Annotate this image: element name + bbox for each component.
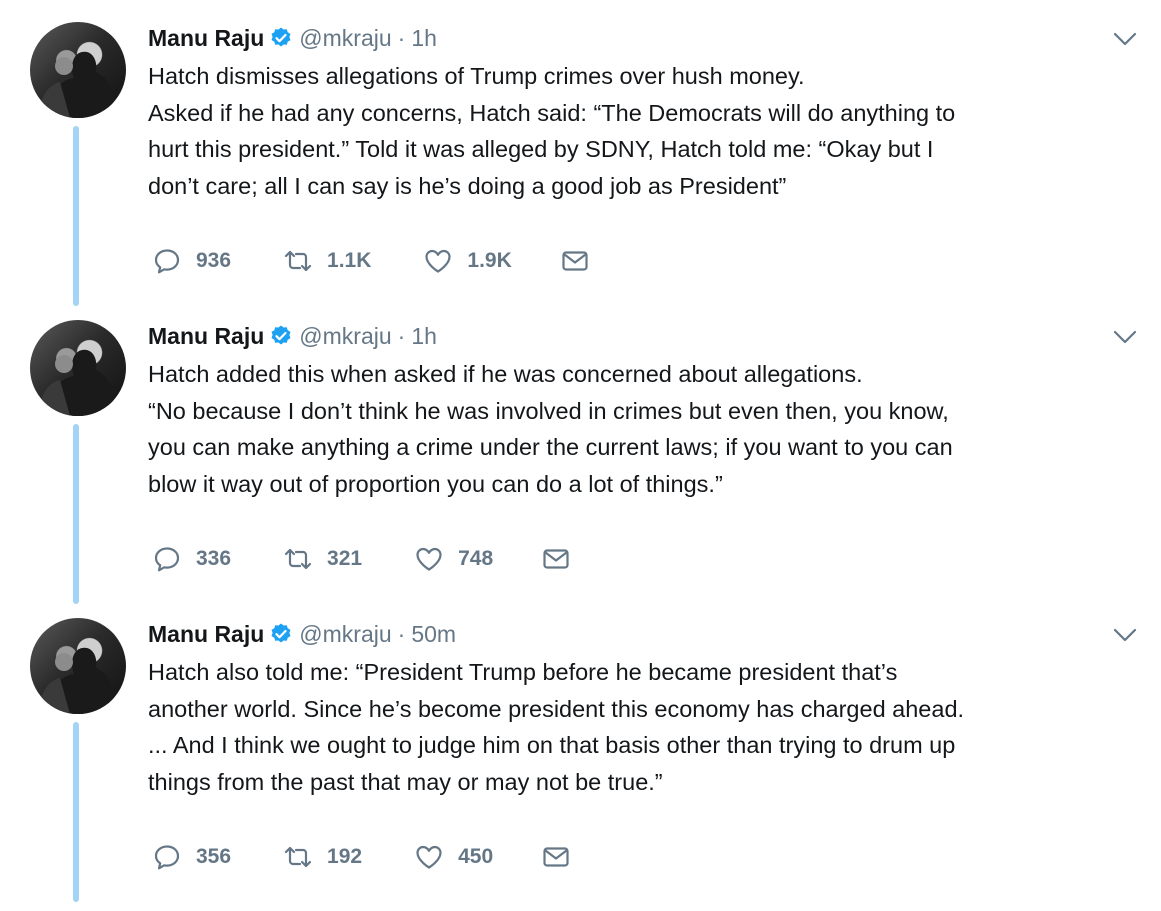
tweet-text: Hatch dismisses allegations of Trump cri… [148,58,1138,204]
like-count: 450 [458,845,494,868]
tweet-actions: 356 192 450 [152,840,623,874]
chevron-down-icon[interactable] [1112,626,1138,644]
tweet-text-line: don’t care; all I can say is he’s doing … [148,172,787,199]
author-name[interactable]: Manu Raju [148,323,264,350]
tweet[interactable]: Manu Raju @mkraju · 1h Hatch dismisses a… [0,0,1161,306]
reply-count: 336 [196,547,232,570]
timestamp[interactable]: 50m [411,621,456,648]
avatar[interactable] [30,22,126,118]
heart-icon [416,547,442,571]
heart-icon [416,845,442,869]
tweet-text-line: another world. Since he’s become preside… [148,695,965,722]
reply-icon [154,249,180,274]
separator-dot: · [397,322,406,349]
like-button[interactable]: 748 [414,544,493,574]
retweet-button[interactable]: 1.1K [283,246,371,276]
retweet-button[interactable]: 192 [283,842,362,872]
reply-icon [154,845,180,870]
like-count: 748 [458,547,494,570]
timestamp[interactable]: 1h [411,323,437,350]
timestamp[interactable]: 1h [411,25,437,52]
tweet-text-line: hurt this president.” Told it was allege… [148,136,934,162]
thread-connector-line [73,722,79,902]
verified-badge-icon [271,623,291,643]
tweet-text-line: things from the past that may or may not… [148,768,663,795]
tweet-header: Manu Raju @mkraju · 1h [148,319,437,353]
direct-message-button[interactable] [541,842,571,872]
author-name[interactable]: Manu Raju [148,621,264,648]
tweet[interactable]: Manu Raju @mkraju · 50m Hatch also told … [0,596,1161,902]
retweet-icon [284,548,312,570]
verified-badge-icon [271,325,291,345]
envelope-icon [562,251,588,271]
tweet-thread: Manu Raju @mkraju · 1h Hatch dismisses a… [0,0,1161,911]
retweet-icon [284,846,312,868]
reply-count: 936 [196,249,232,272]
author-name[interactable]: Manu Raju [148,25,264,52]
reply-count: 356 [196,845,232,868]
like-button[interactable]: 1.9K [423,246,512,276]
separator-dot: · [397,620,406,647]
retweet-count: 1.1K [327,249,372,272]
like-count: 1.9K [467,249,512,272]
tweet-text-line: you can make anything a crime under the … [148,434,953,460]
tweet-text-line: Hatch also told me: “President Trump bef… [148,659,898,685]
direct-message-button[interactable] [560,246,590,276]
tweet-text: Hatch also told me: “President Trump bef… [148,654,1138,800]
separator-dot: · [397,24,406,51]
tweet[interactable]: Manu Raju @mkraju · 1h Hatch added this … [0,298,1161,604]
author-handle[interactable]: @mkraju [299,621,391,648]
heart-icon [425,249,452,273]
retweet-button[interactable]: 321 [283,544,362,574]
tweet-text: Hatch added this when asked if he was co… [148,356,1138,502]
tweet-text-line: “No because I don’t think he was involve… [148,397,949,424]
direct-message-button[interactable] [541,544,571,574]
verified-badge-icon [271,27,291,47]
reply-button[interactable]: 336 [152,544,231,574]
author-handle[interactable]: @mkraju [299,25,391,52]
retweet-count: 192 [327,845,363,868]
retweet-icon [284,250,312,272]
tweet-text-line: ... And I think we ought to judge him on… [148,732,956,758]
tweet-text-line: Hatch dismisses allegations of Trump cri… [148,63,805,89]
reply-icon [154,547,180,572]
tweet-header: Manu Raju @mkraju · 50m [148,617,456,651]
retweet-count: 321 [327,547,363,570]
thread-connector-line [73,424,79,604]
avatar[interactable] [30,320,126,416]
envelope-icon [543,847,569,867]
envelope-icon [543,549,569,569]
tweet-text-line: Asked if he had any concerns, Hatch said… [148,99,956,126]
reply-button[interactable]: 936 [152,246,231,276]
tweet-text-line: blow it way out of proportion you can do… [148,470,723,497]
thread-connector-line [73,126,79,306]
tweet-header: Manu Raju @mkraju · 1h [148,21,437,55]
tweet-actions: 936 1.1K 1.9K [152,244,642,278]
like-button[interactable]: 450 [414,842,493,872]
avatar[interactable] [30,618,126,714]
chevron-down-icon[interactable] [1112,328,1138,346]
chevron-down-icon[interactable] [1112,30,1138,48]
tweet-text-line: Hatch added this when asked if he was co… [148,361,863,387]
tweet-actions: 336 321 748 [152,542,623,576]
author-handle[interactable]: @mkraju [299,323,391,350]
reply-button[interactable]: 356 [152,842,231,872]
